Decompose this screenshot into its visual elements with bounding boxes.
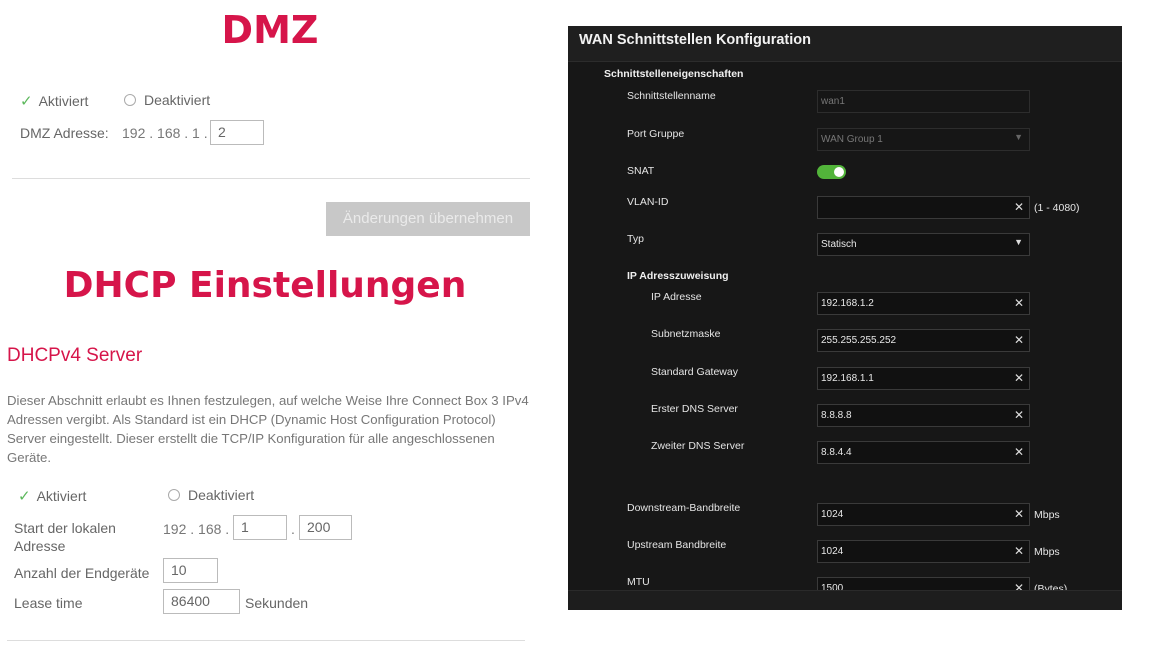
clear-icon[interactable]: ✕ <box>1014 445 1024 459</box>
upstream-unit: Mbps <box>1034 546 1060 558</box>
start-octet4-input[interactable]: 200 <box>299 515 352 540</box>
radio-icon <box>168 489 180 501</box>
start-address-label: Start der lokalen Adresse <box>14 520 116 554</box>
upstream-label: Upstream Bandbreite <box>627 539 727 551</box>
vlan-range-hint: (1 - 4080) <box>1034 202 1080 214</box>
octet-separator: . <box>291 521 295 537</box>
divider <box>12 178 530 179</box>
port-group-select: WAN Group 1 ▼ <box>817 128 1030 151</box>
start-octet3-input[interactable]: 1 <box>233 515 287 540</box>
device-count-label: Anzahl der Endgeräte <box>14 565 150 581</box>
downstream-value: 1024 <box>821 509 844 520</box>
downstream-label: Downstream-Bandbreite <box>627 502 741 514</box>
ip-address-label: IP Adresse <box>651 291 702 303</box>
dmz-address-prefix: 192 . 168 . 1 . <box>122 125 208 141</box>
clear-icon[interactable]: ✕ <box>1014 408 1024 422</box>
dmz-enabled-option[interactable]: ✓ Aktiviert <box>20 92 88 110</box>
snat-toggle[interactable] <box>817 165 846 179</box>
clear-icon[interactable]: ✕ <box>1014 371 1024 385</box>
lease-time-unit: Sekunden <box>245 595 309 611</box>
dmz-disabled-label: Deaktiviert <box>144 92 211 108</box>
start-address-prefix: 192 . 168 . <box>163 521 230 537</box>
type-label: Typ <box>627 233 644 245</box>
clear-icon[interactable]: ✕ <box>1014 200 1024 214</box>
dmz-title: DMZ <box>221 8 319 52</box>
dhcp-disabled-option[interactable]: Deaktiviert <box>168 487 254 503</box>
panel-footer <box>568 590 1122 610</box>
dmz-address-label: DMZ Adresse: <box>20 125 109 141</box>
lease-time-label: Lease time <box>14 595 83 611</box>
section-ip-assignment: IP Adresszuweisung <box>627 270 729 282</box>
gateway-input[interactable]: 192.168.1.1 ✕ <box>817 367 1030 390</box>
gateway-value: 192.168.1.1 <box>821 373 874 384</box>
caret-down-icon: ▼ <box>1014 132 1023 142</box>
apply-changes-button[interactable]: Änderungen übernehmen <box>326 202 530 236</box>
vlan-id-input[interactable]: ✕ <box>817 196 1030 219</box>
snat-label: SNAT <box>627 165 655 177</box>
section-interface-properties: Schnittstelleneigenschaften <box>604 68 744 80</box>
subnet-mask-input[interactable]: 255.255.255.252 ✕ <box>817 329 1030 352</box>
upstream-value: 1024 <box>821 546 844 557</box>
clear-icon[interactable]: ✕ <box>1014 296 1024 310</box>
panel-title: WAN Schnittstellen Konfiguration <box>568 26 1122 62</box>
dns2-input[interactable]: 8.8.4.4 ✕ <box>817 441 1030 464</box>
clear-icon[interactable]: ✕ <box>1014 507 1024 521</box>
dhcp-title: DHCP Einstellungen <box>63 265 467 306</box>
checkmark-icon: ✓ <box>20 93 33 110</box>
dhcp-enabled-option[interactable]: ✓ Aktiviert <box>18 487 86 505</box>
dns2-label: Zweiter DNS Server <box>651 440 745 452</box>
downstream-input[interactable]: 1024 ✕ <box>817 503 1030 526</box>
subnet-mask-label: Subnetzmaske <box>651 328 721 340</box>
toggle-knob <box>834 167 844 177</box>
port-group-value: WAN Group 1 <box>821 134 883 145</box>
panel-body: Schnittstelleneigenschaften Schnittstell… <box>568 62 1122 610</box>
subnet-mask-value: 255.255.255.252 <box>821 335 897 346</box>
lease-time-input[interactable]: 86400 <box>163 589 240 614</box>
dmz-enabled-label: Aktiviert <box>38 93 89 109</box>
device-count-input[interactable]: 10 <box>163 558 218 583</box>
interface-name-value: wan1 <box>821 96 845 107</box>
dhcp-disabled-label: Deaktiviert <box>188 487 255 503</box>
dns1-value: 8.8.8.8 <box>821 410 852 421</box>
wan-config-panel: WAN Schnittstellen Konfiguration Schnitt… <box>568 26 1122 610</box>
dns1-label: Erster DNS Server <box>651 403 738 415</box>
dmz-address-input[interactable]: 2 <box>210 120 264 145</box>
downstream-unit: Mbps <box>1034 509 1060 521</box>
upstream-input[interactable]: 1024 ✕ <box>817 540 1030 563</box>
radio-icon <box>124 94 136 106</box>
dns2-value: 8.8.4.4 <box>821 447 852 458</box>
divider <box>7 640 525 641</box>
interface-name-input: wan1 <box>817 90 1030 113</box>
dhcp-enabled-label: Aktiviert <box>36 488 87 504</box>
caret-down-icon: ▼ <box>1014 237 1023 247</box>
vlan-id-label: VLAN-ID <box>627 196 669 208</box>
dhcp-description: Dieser Abschnitt erlaubt es Ihnen festzu… <box>7 393 529 465</box>
ip-address-value: 192.168.1.2 <box>821 298 874 309</box>
type-select[interactable]: Statisch ▼ <box>817 233 1030 256</box>
dhcpv4-server-title: DHCPv4 Server <box>7 345 143 366</box>
mtu-label: MTU <box>627 576 650 588</box>
clear-icon[interactable]: ✕ <box>1014 333 1024 347</box>
dns1-input[interactable]: 8.8.8.8 ✕ <box>817 404 1030 427</box>
ip-address-input[interactable]: 192.168.1.2 ✕ <box>817 292 1030 315</box>
gateway-label: Standard Gateway <box>651 366 738 378</box>
checkmark-icon: ✓ <box>18 488 31 505</box>
clear-icon[interactable]: ✕ <box>1014 544 1024 558</box>
type-value: Statisch <box>821 239 857 250</box>
interface-name-label: Schnittstellenname <box>627 90 716 102</box>
dmz-disabled-option[interactable]: Deaktiviert <box>124 92 210 108</box>
port-group-label: Port Gruppe <box>627 128 685 140</box>
